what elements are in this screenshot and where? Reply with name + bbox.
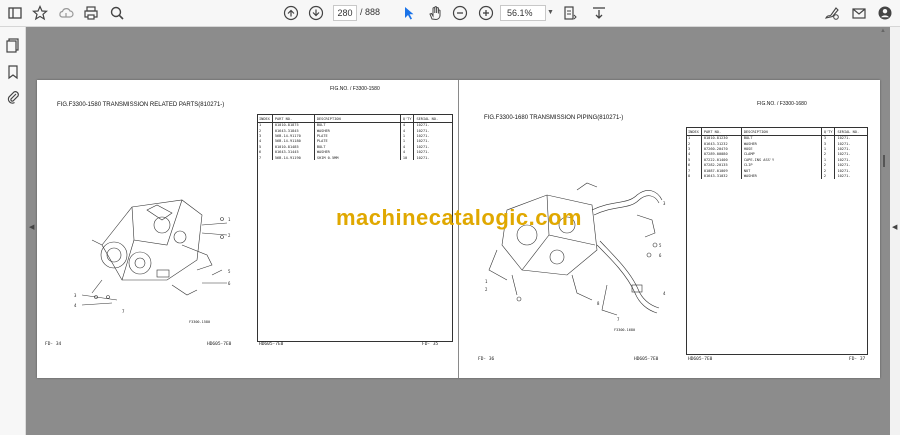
transmission-parts-drawing: 1 2 3 4 5 6 7 [74,199,231,314]
col-part-no: PART NO. [700,127,742,136]
cell: 10 [399,154,414,161]
cell: 7 [259,155,262,160]
svg-text:4: 4 [74,303,77,308]
right-table-footer-model: HD605-7E0 [688,357,713,362]
scroll-up-icon[interactable]: ▲ [880,28,886,34]
star-icon[interactable] [31,4,49,22]
col-description: DESCRIPTION [313,114,401,123]
left-table-footer-number: FD- 35 [422,342,439,347]
col-description: DESCRIPTION [740,127,822,136]
scroll-mode-icon[interactable] [590,4,608,22]
svg-text:6: 6 [228,281,231,286]
col-serial: SERIAL NO. [834,127,868,136]
svg-text:1: 1 [228,217,231,222]
page-total: / 888 [360,7,381,17]
right-table-footer-number: FD- 37 [849,357,866,362]
svg-text:3: 3 [74,293,77,298]
collapse-left-icon[interactable]: ◀ [29,223,34,231]
menu-icon[interactable] [6,4,24,22]
collapse-right-icon[interactable]: ◀ [892,223,897,231]
select-cursor-icon[interactable] [400,4,418,22]
right-page-footer-model: HD605-7E0 [634,357,659,362]
cell: 2 [820,173,835,179]
svg-text:5: 5 [228,269,231,274]
svg-text:7: 7 [122,309,125,314]
zoom-in-icon[interactable] [477,4,495,22]
left-page-footer-model: HD605-7E0 [207,342,232,347]
table-header-row: INDEX PART NO. DESCRIPTION Q'TY SERIAL N… [257,114,453,123]
cell: 01643-31032 [700,173,742,179]
fit-page-icon[interactable] [561,4,579,22]
search-icon[interactable] [108,4,126,22]
transmission-piping-drawing: 1 2 3 4 5 6 7 8 [485,182,666,322]
zoom-level-input[interactable]: 56.1% [500,5,546,21]
svg-text:1: 1 [485,279,488,284]
pages-icon[interactable] [5,37,21,53]
watermark-text: machinecatalogic.com [336,205,582,230]
col-index: INDEX [686,127,702,136]
left-drawing-code: F3300-1580 [189,320,211,324]
col-part-no: PART NO. [271,114,315,123]
page-number-input[interactable]: 280 [333,5,357,21]
bookmark-icon[interactable] [5,64,21,80]
left-fig-header: FIG.NO. / F3300-1580 [330,86,380,92]
cell: WASHER [740,173,822,179]
right-rail [890,27,900,435]
attachment-icon[interactable] [5,89,21,105]
page-down-icon[interactable] [307,4,325,22]
right-parts-table: INDEX PART NO. DESCRIPTION Q'TY SERIAL N… [686,127,868,179]
col-index: INDEX [257,114,273,123]
svg-text:7: 7 [617,317,620,322]
cell: SHIM 0.5MM [313,154,401,161]
toolbar: 280 / 888 56.1% ▼ [0,0,900,27]
svg-text:8: 8 [597,301,600,306]
cloud-upload-icon[interactable] [57,4,75,22]
left-page-title: FIG.F3300-1580 TRANSMISSION RELATED PART… [57,102,225,108]
table-header-row: INDEX PART NO. DESCRIPTION Q'TY SERIAL N… [686,127,868,136]
table-row: 7 56B-14-91190 SHIM 0.5MM 10 10271- [257,154,453,161]
scrollbar-thumb[interactable] [883,155,885,167]
right-page-footer-number: FD- 36 [478,357,495,362]
account-icon[interactable] [876,4,894,22]
table-row: 8 01643-31032 WASHER 2 10271- [686,173,868,179]
zoom-out-icon[interactable] [451,4,469,22]
left-sidebar [0,27,26,435]
svg-text:5: 5 [659,243,662,248]
left-parts-table: INDEX PART NO. DESCRIPTION Q'TY SERIAL N… [257,114,453,161]
svg-text:3: 3 [663,201,666,206]
mail-icon[interactable] [850,4,868,22]
left-page-footer-number: FD- 34 [45,342,62,347]
svg-text:4: 4 [663,291,666,296]
right-drawing-code: F3300-1680 [614,328,636,332]
zoom-dropdown-icon[interactable]: ▼ [547,9,554,16]
svg-text:6: 6 [659,253,662,258]
cell: 10271- [834,173,868,179]
col-qty: Q'TY [399,114,414,123]
cell: 8 [688,173,691,178]
sign-icon[interactable] [823,4,841,22]
right-page-title: FIG.F3300-1680 TRANSMISSION PIPING(81027… [484,115,624,121]
col-qty: Q'TY [820,127,835,136]
col-serial: SERIAL NO. [413,114,453,123]
cell: 10271- [413,154,453,161]
hand-tool-icon[interactable] [426,4,444,22]
right-fig-header: FIG.NO. / F3300-1680 [757,101,807,107]
svg-text:2: 2 [485,287,488,292]
left-table-footer-model: HD605-7E0 [259,342,284,347]
cell: 56B-14-91190 [271,154,315,161]
page-up-icon[interactable] [282,4,300,22]
svg-text:2: 2 [228,233,231,238]
print-icon[interactable] [82,4,100,22]
